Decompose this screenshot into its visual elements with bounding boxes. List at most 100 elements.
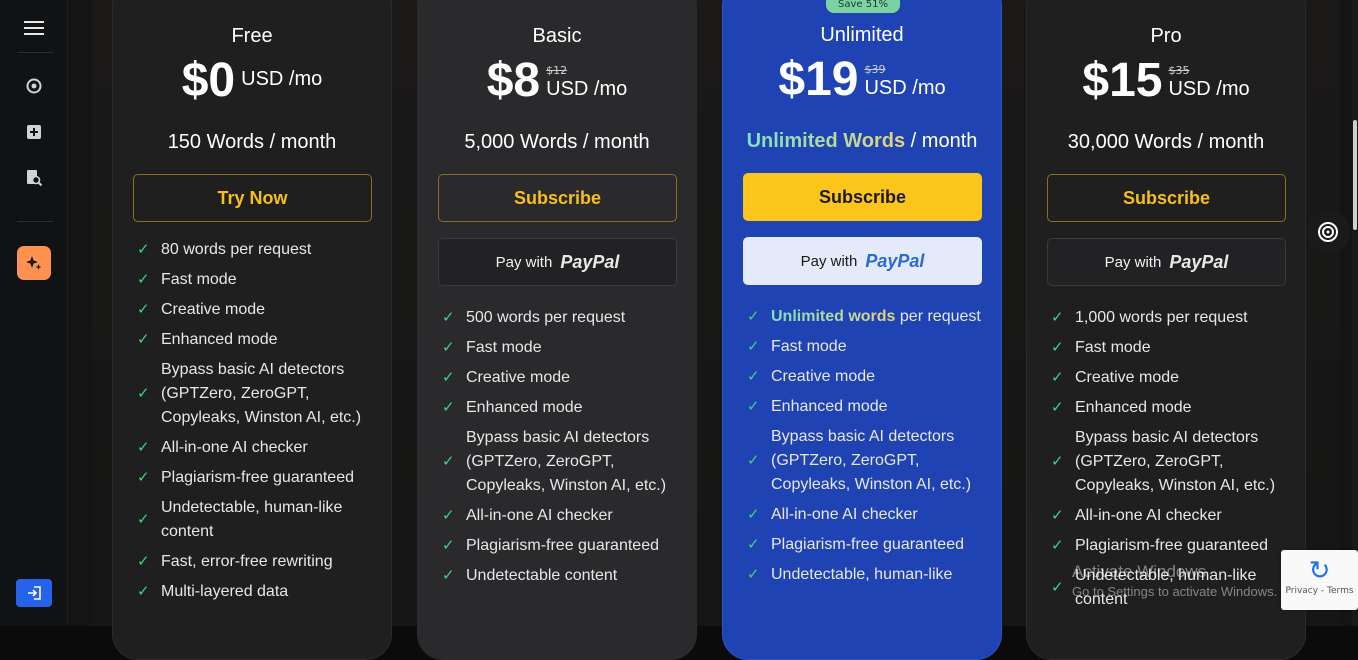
plan-name: Free [231, 25, 273, 47]
plan-name: Pro [1150, 25, 1182, 47]
list-item: ✓ Fast mode [442, 339, 542, 356]
list-item: ✓ All-in-one AI checker [1051, 507, 1222, 524]
check-icon: ✓ [747, 398, 760, 415]
save-badge: Save 51% [826, 0, 900, 13]
check-icon: ✓ [1051, 453, 1064, 470]
check-icon: ✓ [747, 338, 760, 355]
check-icon: ✓ [747, 452, 760, 469]
price-side: $12 USD /mo [546, 65, 627, 103]
watermark-line1: Activate Windows [1072, 562, 1207, 581]
feature-highlight: Unlimited words [771, 308, 896, 325]
paypal-logo: PayPal [865, 250, 925, 271]
check-icon: ✓ [442, 339, 455, 356]
check-icon: ✓ [1051, 399, 1064, 416]
list-item: ✓ 1,000 words per request [1051, 309, 1248, 326]
check-icon: ✓ [1051, 309, 1064, 326]
plan-card-unlimited: Save 51% Unlimited $19 $39 USD /mo Unlim… [722, 0, 1002, 660]
subscribe-button[interactable]: Subscribe [1047, 174, 1286, 222]
word-quota-rest: / month [905, 130, 978, 152]
check-icon: ✓ [137, 511, 150, 528]
check-icon: ✓ [442, 567, 455, 584]
list-item: ✓ Enhanced mode [137, 331, 278, 348]
refresh-icon[interactable] [17, 69, 51, 103]
plus-square-icon[interactable] [17, 115, 51, 149]
sidebar-divider [17, 52, 53, 53]
price-period: USD /mo [241, 68, 323, 90]
list-item: ✓ Plagiarism-free guaranteed [137, 469, 354, 486]
list-item: ✓ Creative mode [747, 368, 876, 385]
list-item: ✓ Undetectable content [442, 567, 618, 584]
list-item: ✓ 80 words per request [137, 241, 312, 258]
list-item: ✓ All-in-one AI checker [137, 439, 308, 456]
plan-card-basic: Basic $8 $12 USD /mo 5,000 Words / month… [417, 0, 697, 660]
check-icon: ✓ [137, 553, 150, 570]
price-period: USD /mo [546, 78, 628, 100]
plan-card-free: Free $0 USD /mo 150 Words / month Try No… [112, 0, 392, 660]
check-icon: ✓ [1051, 339, 1064, 356]
list-item: ✓ All-in-one AI checker [747, 506, 918, 523]
list-item: ✓ Enhanced mode [747, 398, 888, 415]
scrollbar[interactable] [1352, 0, 1358, 626]
list-item: ✓ Enhanced mode [442, 399, 583, 416]
old-price: $35 [1168, 64, 1190, 77]
price-row: $19 $39 USD /mo [723, 53, 1001, 106]
plan-price: $19 [778, 53, 859, 106]
list-item: ✓ Fast, error-free rewriting [137, 553, 333, 570]
list-item: ✓ Enhanced mode [1051, 399, 1192, 416]
plan-price: $8 [486, 54, 541, 107]
list-item: ✓ Fast mode [1051, 339, 1151, 356]
feature-list: ✓ 500 words per request ✓ Fast mode ✓ Creat… [442, 306, 682, 594]
feature-rest: per request [895, 308, 981, 325]
check-icon: ✓ [137, 439, 150, 456]
subscribe-button[interactable]: Subscribe [743, 173, 982, 221]
word-quota: 5,000 Words / month [464, 131, 650, 153]
check-icon: ✓ [442, 537, 455, 554]
check-icon: ✓ [137, 271, 150, 288]
list-item: ✓ All-in-one AI checker [442, 507, 613, 524]
windows-watermark: Activate Windows Go to Settings to activ… [1072, 562, 1277, 599]
assistant-icon[interactable] [1306, 210, 1350, 254]
word-quota: Unlimited Words / month [723, 130, 1001, 153]
check-icon: ✓ [747, 368, 760, 385]
list-item: ✓ Creative mode [442, 369, 571, 386]
watermark-line2: Go to Settings to activate Windows. [1072, 584, 1278, 599]
check-icon: ✓ [137, 469, 150, 486]
feature-list: ✓ Unlimited words per request ✓ Fast mode … [747, 305, 987, 593]
list-item: ✓ Undetectable, human-like content [137, 499, 343, 540]
paypal-button[interactable]: Pay with PayPal [743, 237, 982, 285]
check-icon: ✓ [747, 536, 760, 553]
hamburger-icon[interactable] [17, 11, 51, 45]
list-item: ✓ Bypass basic AI detectors (GPTZero, Zer… [442, 429, 667, 494]
scrollbar-thumb[interactable] [1353, 120, 1357, 230]
plan-name: Basic [532, 25, 582, 47]
list-item: ✓ Plagiarism-free guaranteed [1051, 537, 1268, 554]
paypal-logo: PayPal [1169, 251, 1229, 272]
word-quota: 30,000 Words / month [1067, 131, 1265, 153]
price-row: $15 $35 USD /mo [1027, 57, 1305, 105]
price-row: $0 USD /mo [113, 57, 391, 105]
recaptcha-icon: ↻ [1308, 556, 1331, 586]
try-now-button[interactable]: Try Now [133, 174, 372, 222]
check-icon: ✓ [747, 566, 760, 583]
list-item: ✓ Bypass basic AI detectors (GPTZero, Zer… [1051, 429, 1276, 494]
check-icon: ✓ [1051, 369, 1064, 386]
paypal-prefix: Pay with [1104, 253, 1162, 271]
sidebar-divider [17, 221, 53, 222]
paypal-button[interactable]: Pay with PayPal [1047, 238, 1286, 286]
list-item: ✓ Bypass basic AI detectors (GPTZero, Zer… [137, 361, 362, 426]
check-icon: ✓ [747, 308, 760, 325]
sparkle-icon[interactable] [17, 246, 51, 280]
check-icon: ✓ [1051, 537, 1064, 554]
recaptcha-badge[interactable]: ↻ Privacy - Terms [1281, 550, 1358, 610]
subscribe-button[interactable]: Subscribe [438, 174, 677, 222]
check-icon: ✓ [137, 331, 150, 348]
login-icon[interactable] [16, 579, 52, 607]
price-side: $35 USD /mo [1168, 65, 1249, 103]
paypal-logo: PayPal [560, 251, 620, 272]
price-period: USD /mo [1168, 78, 1250, 100]
plan-name: Unlimited [820, 24, 904, 46]
document-search-icon[interactable] [17, 161, 51, 195]
paypal-button[interactable]: Pay with PayPal [438, 238, 677, 286]
list-item: ✓ Creative mode [137, 301, 266, 318]
word-quota-highlight: Unlimited Words [746, 130, 906, 152]
